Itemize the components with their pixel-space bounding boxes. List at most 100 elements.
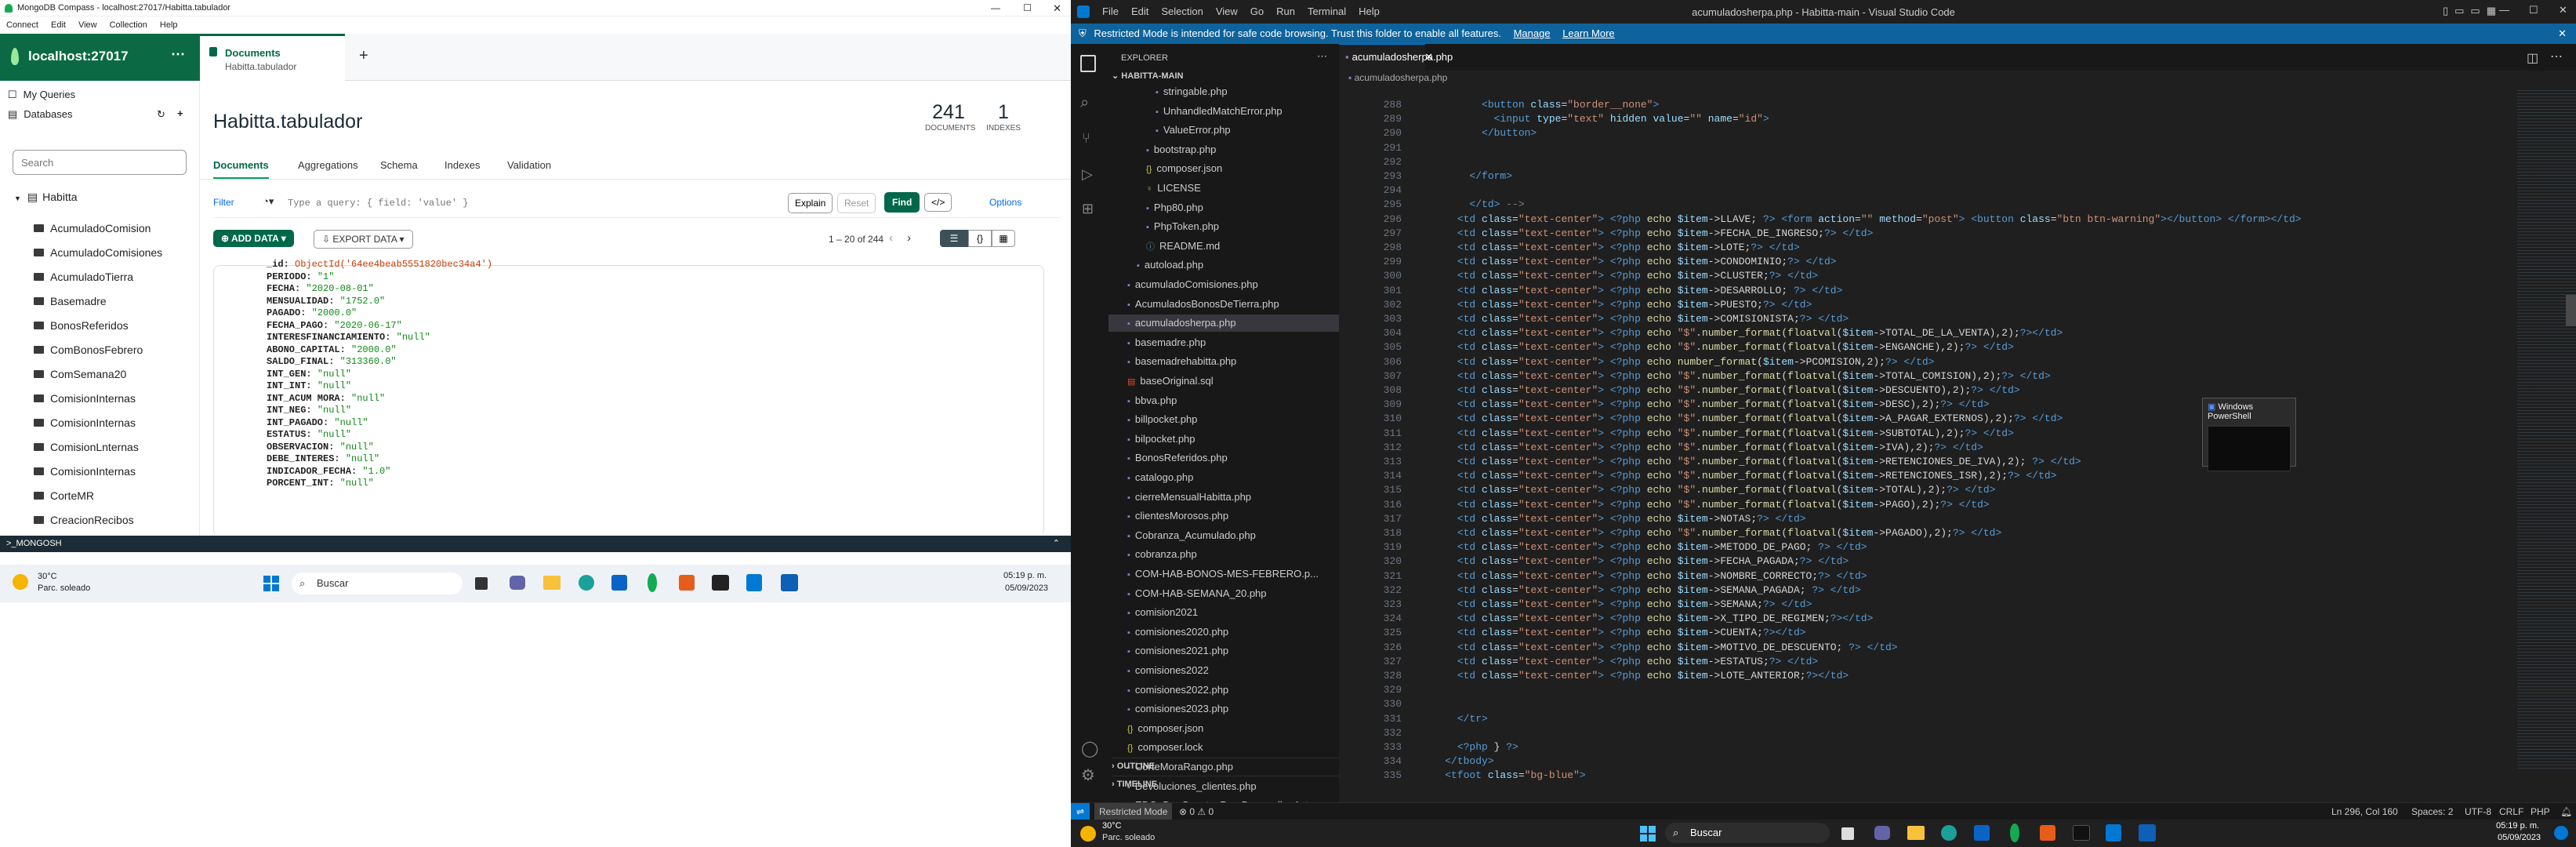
restricted-mode-status[interactable]: Restricted Mode [1094, 803, 1173, 820]
file-item[interactable]: ▪ basemadre.php [1108, 334, 1339, 351]
collection-item[interactable]: ComSemana20 [0, 362, 200, 387]
store-icon[interactable] [1974, 825, 1990, 841]
maximize-button[interactable]: ☐ [2529, 4, 2538, 16]
collection-item[interactable]: ComisionLnternas [0, 435, 200, 460]
menu-item[interactable]: Terminal [1301, 0, 1352, 24]
code-line[interactable]: <td class="text-center"> <?php echo $ite… [1420, 213, 2302, 225]
file-item[interactable]: ⓘ README.md [1108, 238, 1339, 255]
file-item[interactable]: ▪ catalogo.php [1108, 469, 1339, 486]
close-button[interactable]: ✕ [2559, 4, 2567, 16]
query-input[interactable] [288, 192, 758, 214]
scrollbar-thumb[interactable] [2566, 295, 2576, 326]
explorer-icon[interactable] [1080, 55, 1096, 72]
collection-item[interactable]: ComisionInternas [0, 387, 200, 411]
problems-status[interactable]: ⊗ 0 ⚠ 0 [1179, 803, 1214, 820]
folder-header[interactable]: ⌄ HABITTA-MAIN [1112, 71, 1184, 81]
taskbar-search[interactable]: ⌕ Buscar [1665, 823, 1830, 843]
add-database-icon[interactable]: + [177, 107, 183, 119]
editor-tab-active[interactable]: ▪ acumuladosherpa.php ✕ [1339, 44, 1453, 71]
edge-icon[interactable] [579, 575, 594, 591]
refresh-icon[interactable]: ↻ [157, 108, 165, 121]
file-item[interactable]: ▪ comisiones2022 [1108, 662, 1339, 679]
menu-item[interactable]: Help [154, 16, 184, 30]
code-line[interactable]: <input type="text" hidden value="" name=… [1420, 113, 1769, 125]
source-control-icon[interactable]: ⑂ [1082, 130, 1090, 147]
file-item[interactable]: ▪ acumuladoComisiones.php [1108, 276, 1339, 293]
file-item[interactable]: ▪ ValueError.php [1108, 122, 1339, 139]
line-ending[interactable]: CRLF [2499, 803, 2523, 820]
chat-icon[interactable] [510, 576, 525, 590]
code-line[interactable]: <td class="text-center"> <?php echo $ite… [1420, 285, 1843, 296]
minimap[interactable] [2517, 88, 2576, 770]
my-queries-item[interactable]: ☐ My Queries [8, 89, 75, 101]
next-page-icon[interactable]: › [907, 231, 911, 245]
sidebar-search-input[interactable] [13, 150, 187, 175]
outline-section[interactable]: › OUTLINE [1112, 758, 1339, 771]
explain-button[interactable]: Explain [788, 193, 833, 213]
file-item[interactable]: ▪ bbva.php [1108, 392, 1339, 409]
code-line[interactable]: <button class="border__none"> [1420, 99, 1659, 111]
explorer-more-icon[interactable]: ⋯ [1317, 50, 1327, 63]
terminal-icon[interactable] [712, 575, 729, 591]
file-item[interactable]: ▪ comisiones2021.php [1108, 642, 1339, 660]
powershell-preview[interactable]: ▣ Windows PowerShell [2202, 398, 2296, 471]
code-line[interactable]: <td class="text-center"> <?php echo $ite… [1420, 670, 1849, 682]
maximize-button[interactable]: ☐ [1023, 0, 1032, 16]
collection-item[interactable]: AcumuladoComision [0, 216, 200, 241]
file-item[interactable]: ▪ acumuladosherpa.php [1108, 314, 1339, 333]
code-line[interactable]: <?php } ?> [1420, 741, 1518, 753]
compass-taskbar-icon[interactable] [648, 573, 657, 592]
code-line[interactable]: <td class="text-center"> <?php echo "$".… [1420, 442, 1983, 453]
file-item[interactable]: ▪ Php80.php [1108, 199, 1339, 216]
code-line[interactable]: </button> [1420, 127, 1537, 139]
tab-documents[interactable]: Documents Habitta.tabulador [200, 34, 345, 81]
code-line[interactable]: <td class="text-center"> <?php echo $ite… [1420, 598, 1812, 610]
code-line[interactable]: <td class="text-center"> <?php echo "$".… [1420, 427, 2014, 439]
banner-manage-link[interactable]: Manage [1514, 27, 1551, 39]
close-banner-icon[interactable]: ✕ [2558, 24, 2567, 44]
file-item[interactable]: ▪ stringable.php [1108, 83, 1339, 100]
file-item[interactable]: {} composer.json [1108, 720, 1339, 737]
vscode-taskbar-icon[interactable] [746, 574, 762, 591]
databases-header[interactable]: ▤ Databases ↻ + [8, 107, 192, 121]
code-line[interactable]: <td class="text-center"> <?php echo $ite… [1420, 541, 1867, 553]
collection-item[interactable]: BonosReferidos [0, 314, 200, 338]
subtab-schema[interactable]: Schema [380, 159, 418, 171]
weather-icon[interactable] [13, 574, 28, 590]
outlook-icon[interactable] [781, 574, 798, 591]
code-line[interactable]: <td class="text-center"> <?php echo "$".… [1420, 484, 1996, 496]
code-line[interactable]: <td class="text-center"> <?php echo numb… [1420, 356, 1935, 368]
code-line[interactable]: </form> [1420, 170, 1512, 182]
export-data-button[interactable]: ⇩ EXPORT DATA ▾ [314, 230, 413, 249]
menu-item[interactable]: Edit [1125, 0, 1155, 24]
find-button[interactable]: Find [884, 192, 920, 213]
outlook-icon[interactable] [2139, 824, 2156, 842]
file-item[interactable]: ▪ COM-HAB-SEMANA_20.php [1108, 585, 1339, 602]
collection-item[interactable]: AcumuladoComisiones [0, 241, 200, 265]
collection-item[interactable]: ComisionInternas [0, 411, 200, 435]
code-line[interactable]: <td class="text-center"> <?php echo "$".… [1420, 370, 2051, 382]
windows-start-icon[interactable] [1640, 826, 1656, 842]
indentation[interactable]: Spaces: 2 [2411, 803, 2453, 820]
code-line[interactable]: <td class="text-center"> <?php echo $ite… [1420, 513, 1806, 525]
split-editor-icon[interactable]: ◫ [2527, 50, 2538, 66]
collection-item[interactable]: CorteMR [0, 484, 200, 508]
file-item[interactable]: ▪ Cobranza_Acumulado.php [1108, 527, 1339, 544]
search-icon[interactable]: ⌕ [1080, 94, 1089, 112]
file-item[interactable]: ▪ billpocket.php [1108, 411, 1339, 428]
minimize-button[interactable]: — [991, 0, 1000, 16]
file-item[interactable]: ▪ BonosReferidos.php [1108, 449, 1339, 467]
file-item[interactable]: ▪ cierreMensualHabitta.php [1108, 489, 1339, 506]
reset-button[interactable]: Reset [837, 193, 876, 213]
task-view-icon[interactable] [475, 577, 488, 590]
menu-item[interactable]: Connect [0, 16, 45, 30]
file-explorer-icon[interactable] [543, 576, 561, 590]
collection-item[interactable]: AcumuladoTierra [0, 265, 200, 289]
editor-more-icon[interactable]: ⋯ [2550, 49, 2563, 64]
code-line[interactable]: <td class="text-center"> <?php echo "$".… [1420, 470, 2057, 482]
code-line[interactable]: <td class="text-center"> <?php echo "$".… [1420, 327, 2063, 339]
account-icon[interactable]: ◯ [1081, 739, 1098, 758]
file-item[interactable]: ▪ comisiones2020.php [1108, 623, 1339, 641]
subtab-aggregations[interactable]: Aggregations [298, 159, 358, 171]
code-line[interactable]: <td class="text-center"> <?php echo $ite… [1420, 627, 1806, 638]
